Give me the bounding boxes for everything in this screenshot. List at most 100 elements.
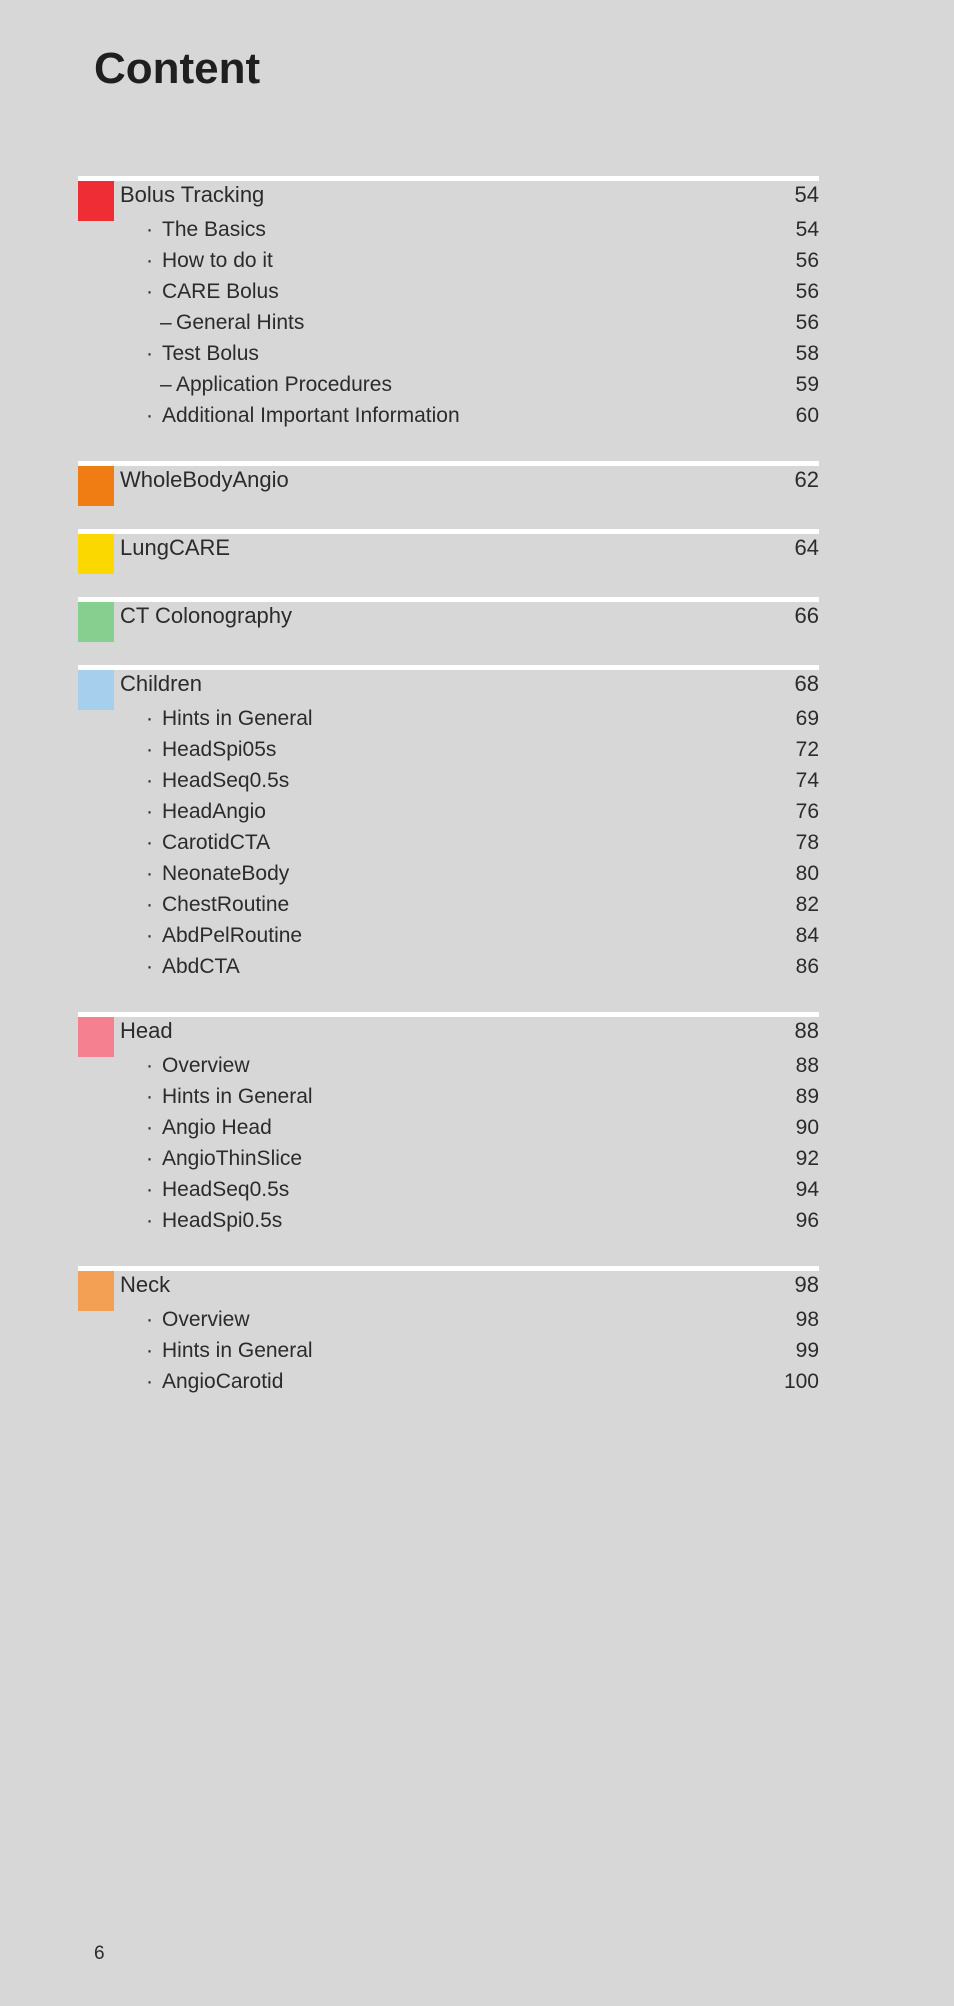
toc-page-number: 54 [794, 182, 819, 207]
toc-page-number: 59 [795, 373, 819, 396]
toc-entry-label: · AbdPelRoutine [146, 920, 302, 951]
toc-section: WholeBodyAngio 62 [0, 461, 954, 506]
toc-entry-text: Hints in General [162, 707, 313, 730]
toc-entry[interactable]: · Overview 88 [0, 1050, 954, 1081]
toc-page-number: 74 [795, 769, 819, 792]
toc-section-header[interactable]: Children 68 [0, 665, 954, 703]
toc-entry-label: · ChestRoutine [146, 889, 289, 920]
toc-entry[interactable]: · Hints in General 69 [0, 703, 954, 734]
toc-page-number: 72 [795, 738, 819, 761]
toc-entry-text: Hints in General [162, 1085, 313, 1108]
toc-entry[interactable]: · HeadAngio 76 [0, 796, 954, 827]
toc-entry-label: · Overview [146, 1304, 250, 1335]
toc-entry[interactable]: · HeadSpi0.5s 96 [0, 1205, 954, 1236]
toc-section-header[interactable]: LungCARE 64 [0, 529, 954, 567]
toc-page-number: 64 [794, 535, 819, 560]
toc-entry[interactable]: · Hints in General 89 [0, 1081, 954, 1112]
toc-entry-label: · Angio Head [146, 1112, 272, 1143]
toc-entry-label: · NeonateBody [146, 858, 289, 889]
toc-entry[interactable]: · NeonateBody 80 [0, 858, 954, 889]
toc-entry-text: Test Bolus [162, 342, 259, 365]
toc-entry-bullet: · [146, 1370, 153, 1393]
toc-entry-text: HeadSeq0.5s [162, 1178, 290, 1201]
toc-section: CT Colonography 66 [0, 597, 954, 642]
toc-section-header[interactable]: Bolus Tracking 54 [0, 176, 954, 214]
toc-page-number: 92 [795, 1147, 819, 1170]
toc-entry-bullet: · [146, 769, 153, 792]
toc-entry[interactable]: · The Basics 54 [0, 214, 954, 245]
toc-section-title: Children [120, 671, 202, 696]
toc-entry[interactable]: · Hints in General 99 [0, 1335, 954, 1366]
toc-page-number: 68 [794, 671, 819, 696]
toc-section-header[interactable]: CT Colonography 66 [0, 597, 954, 635]
toc-entry-text: HeadAngio [162, 800, 266, 823]
toc-entry-label: · CarotidCTA [146, 827, 270, 858]
toc-entry-bullet: · [146, 800, 153, 823]
toc-page-number: 84 [795, 924, 819, 947]
toc-entry[interactable]: · Angio Head 90 [0, 1112, 954, 1143]
toc-page-number: 86 [795, 955, 819, 978]
toc-section: Neck 98 · Overview 98 · Hints in General 99 · Ang… [0, 1266, 954, 1397]
toc-entry-text: General Hints [176, 311, 305, 334]
toc-entry[interactable]: · Test Bolus 58 [0, 338, 954, 369]
toc-entry-bullet: · [146, 893, 153, 916]
toc-section-header[interactable]: WholeBodyAngio 62 [0, 461, 954, 499]
toc-entry[interactable]: · HeadSeq0.5s 94 [0, 1174, 954, 1205]
toc-entry-label: – Application Procedures [160, 369, 392, 400]
toc-entry[interactable]: · CARE Bolus 56 [0, 276, 954, 307]
toc-page-number: 56 [795, 311, 819, 334]
toc-entry[interactable]: · HeadSeq0.5s 74 [0, 765, 954, 796]
toc-entry-label: · Test Bolus [146, 338, 259, 369]
toc-entry-label: · Hints in General [146, 1081, 313, 1112]
toc-page-number: 78 [795, 831, 819, 854]
toc-entry[interactable]: · Overview 98 [0, 1304, 954, 1335]
toc-entry-text: CARE Bolus [162, 280, 279, 303]
toc-page-number: 56 [795, 280, 819, 303]
toc-page-number: 90 [795, 1116, 819, 1139]
toc-entry[interactable]: – General Hints 56 [0, 307, 954, 338]
toc-entry[interactable]: · ChestRoutine 82 [0, 889, 954, 920]
toc-page-number: 58 [795, 342, 819, 365]
toc-section-header[interactable]: Head 88 [0, 1012, 954, 1050]
toc-entry[interactable]: · AbdCTA 86 [0, 951, 954, 982]
toc-entry[interactable]: · CarotidCTA 78 [0, 827, 954, 858]
toc-entry-text: AngioThinSlice [162, 1147, 303, 1170]
toc-entry-bullet: · [146, 1085, 153, 1108]
toc-entry[interactable]: · Additional Important Information 60 [0, 400, 954, 431]
toc-page-number: 89 [795, 1085, 819, 1108]
toc-entry-bullet: · [146, 280, 153, 303]
toc-entry-label: · How to do it [146, 245, 273, 276]
toc-entry-label: · AngioThinSlice [146, 1143, 302, 1174]
toc-entry-label: · Overview [146, 1050, 250, 1081]
toc-page: Content Bolus Tracking 54 · The Basics 54 · Ho… [0, 0, 954, 2006]
toc-section-title: Neck [120, 1272, 171, 1297]
toc-section-title: WholeBodyAngio [120, 467, 289, 492]
toc-entry-text: ChestRoutine [162, 893, 290, 916]
toc-section: LungCARE 64 [0, 529, 954, 574]
toc-entry-label: · Hints in General [146, 703, 313, 734]
toc-section-title: CT Colonography [120, 603, 293, 628]
toc-entry-bullet: · [146, 1147, 153, 1170]
toc-section: Children 68 · Hints in General 69 · HeadSpi05s… [0, 665, 954, 982]
toc-entry-label: · HeadAngio [146, 796, 266, 827]
toc-entry-text: Application Procedures [176, 373, 392, 396]
toc-entry-label: · HeadSpi0.5s [146, 1205, 282, 1236]
toc-page-number: 98 [794, 1272, 819, 1297]
toc-entry-bullet: · [146, 218, 153, 241]
toc-entry[interactable]: · AngioThinSlice 92 [0, 1143, 954, 1174]
toc-section-title: Bolus Tracking [120, 182, 265, 207]
toc-entry[interactable]: · AngioCarotid 100 [0, 1366, 954, 1397]
toc-page-number: 80 [795, 862, 819, 885]
toc-entry[interactable]: · How to do it 56 [0, 245, 954, 276]
toc-entry[interactable]: · AbdPelRoutine 84 [0, 920, 954, 951]
toc-page-number: 99 [795, 1339, 819, 1362]
toc-section: Bolus Tracking 54 · The Basics 54 · How to do … [0, 176, 954, 431]
toc-page-number: 54 [795, 218, 819, 241]
toc-entry-label: · Additional Important Information [146, 400, 460, 431]
toc-entry-label: · AbdCTA [146, 951, 240, 982]
toc-entry[interactable]: · HeadSpi05s 72 [0, 734, 954, 765]
table-of-contents: Bolus Tracking 54 · The Basics 54 · How to do … [0, 176, 954, 1427]
toc-section-header[interactable]: Neck 98 [0, 1266, 954, 1304]
toc-entry[interactable]: – Application Procedures 59 [0, 369, 954, 400]
toc-entry-bullet: · [146, 1308, 153, 1331]
